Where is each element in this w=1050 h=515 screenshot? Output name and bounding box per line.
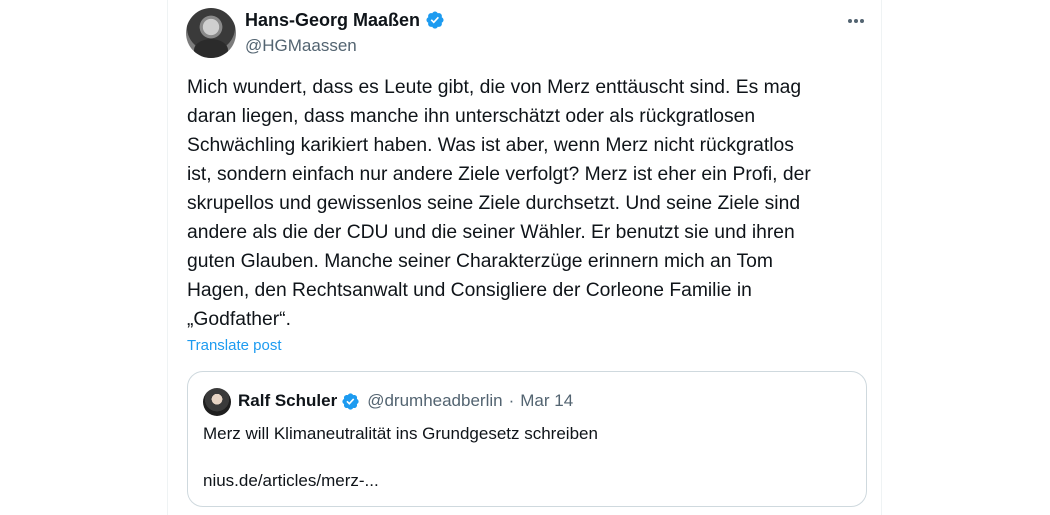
quoted-tweet-text: Merz will Klimaneutralität ins Grundgese… bbox=[203, 424, 598, 443]
author-handle[interactable]: @HGMaassen bbox=[245, 35, 357, 57]
quoted-author-avatar bbox=[203, 388, 231, 416]
quoted-tweet-link[interactable]: nius.de/articles/merz-... bbox=[203, 470, 379, 492]
tweet-container: Hans-Georg Maaßen @HGMaassen Mich wunder… bbox=[167, 0, 882, 515]
quoted-tweet-header: Ralf Schuler @drumheadberlin · Mar 14 bbox=[238, 389, 573, 413]
more-dots-icon bbox=[848, 19, 864, 23]
quoted-author-name: Ralf Schuler bbox=[238, 391, 338, 410]
verified-badge-icon bbox=[426, 11, 444, 29]
more-options-button[interactable] bbox=[844, 10, 868, 32]
dot-separator: · bbox=[508, 391, 515, 410]
quoted-tweet-date[interactable]: Mar 14 bbox=[520, 389, 573, 413]
quoted-verified-badge-icon bbox=[342, 392, 359, 410]
author-display-name[interactable]: Hans-Georg Maaßen bbox=[245, 9, 420, 31]
quoted-author-handle: @drumheadberlin bbox=[367, 391, 503, 410]
avatar-portrait-shape bbox=[194, 39, 228, 58]
author-avatar[interactable] bbox=[186, 8, 236, 58]
translate-post-link[interactable]: Translate post bbox=[187, 336, 282, 356]
author-name-row: Hans-Georg Maaßen bbox=[245, 9, 445, 31]
tweet-text: Mich wundert, dass es Leute gibt, die vo… bbox=[187, 77, 811, 330]
quoted-tweet-card[interactable]: Ralf Schuler @drumheadberlin · Mar 14 Me… bbox=[187, 371, 867, 507]
